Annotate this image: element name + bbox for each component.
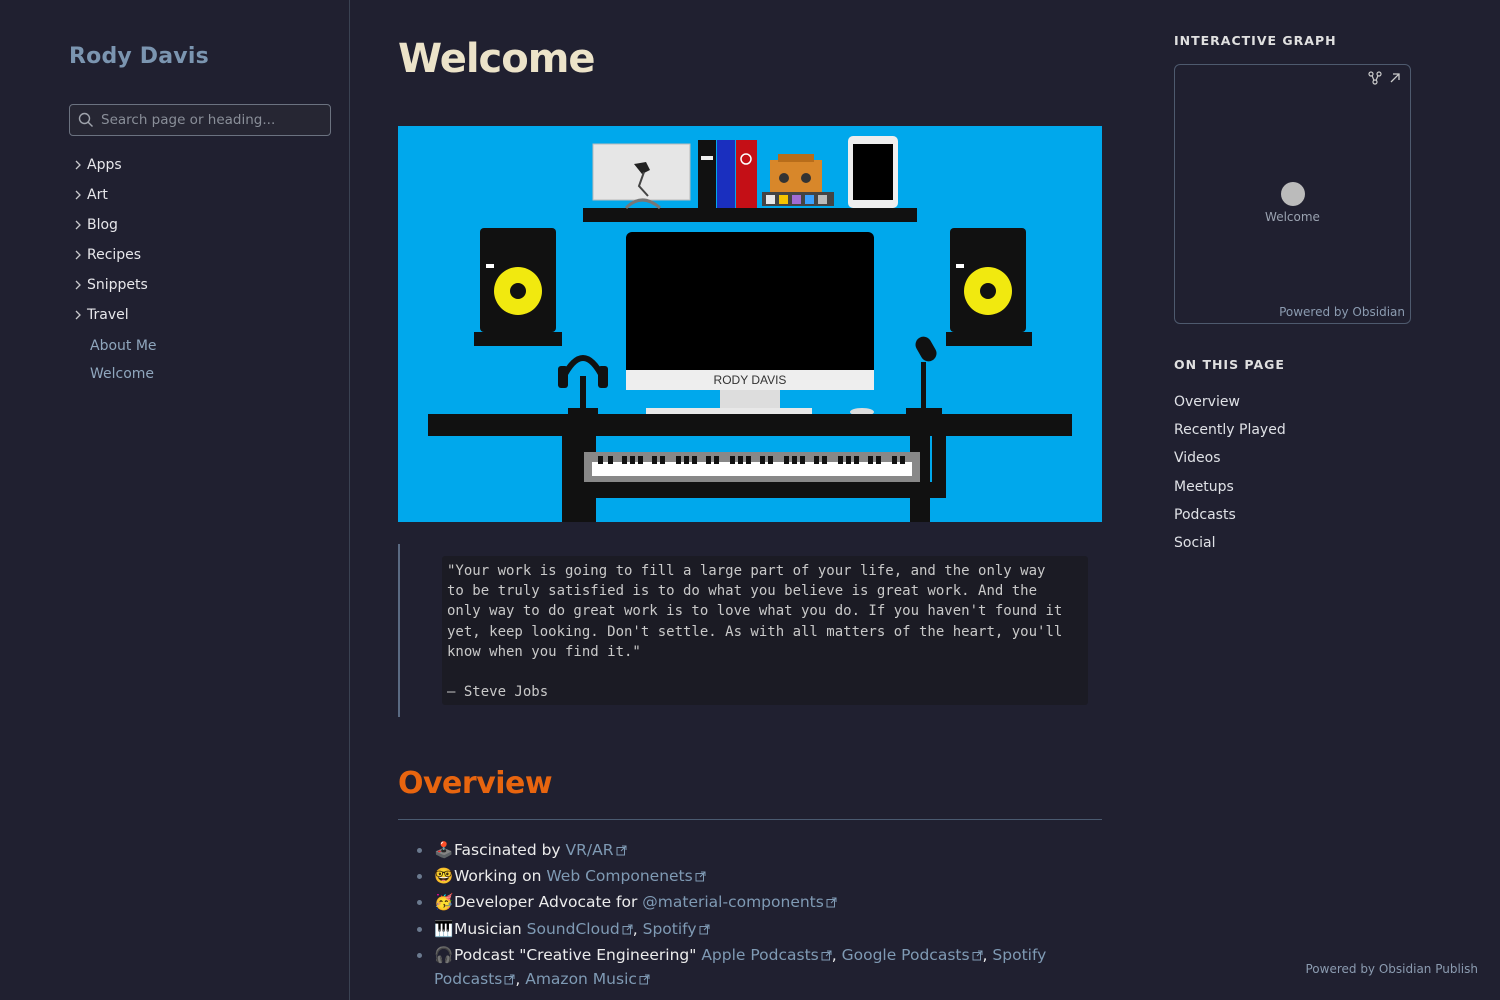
overview-heading: Overview	[398, 766, 553, 801]
nav-folder-label: Apps	[87, 157, 122, 173]
list-item-text: Fascinated by	[454, 841, 566, 859]
graph-heading: INTERACTIVE GRAPH	[1174, 33, 1337, 48]
graph-node[interactable]	[1281, 182, 1305, 206]
site-name[interactable]: Rody Davis	[69, 44, 209, 69]
nav-folder-label: Recipes	[87, 247, 142, 263]
list-item-text: Working on	[454, 867, 547, 886]
desk-setup-illustration: RODY DAVIS	[428, 136, 1072, 522]
chevron-right-icon	[69, 310, 87, 320]
nav-file-welcome[interactable]: Welcome	[69, 360, 331, 388]
nav-folder-blog[interactable]: Blog	[69, 210, 331, 240]
toc-item-videos[interactable]: Videos	[1174, 444, 1286, 472]
graph-node-label: Welcome	[1265, 210, 1320, 224]
external-link-icon	[622, 924, 633, 935]
external-link-icon	[616, 845, 627, 856]
page-title: Welcome	[398, 36, 596, 82]
toc-item-social[interactable]: Social	[1174, 529, 1286, 557]
link-apple-podcasts[interactable]: Apple Podcasts	[701, 946, 818, 964]
graph-controls	[1368, 71, 1402, 85]
link-google-podcasts[interactable]: Google Podcasts	[842, 946, 970, 964]
nerd-face-emoji: 🤓	[434, 867, 454, 886]
list-item: 🤓Working on Web Componenets	[416, 864, 1102, 888]
quote-code-block: "Your work is going to fill a large part…	[442, 556, 1088, 705]
toc-heading: ON THIS PAGE	[1174, 357, 1285, 372]
graph-icon[interactable]	[1368, 71, 1382, 85]
nav-folder-art[interactable]: Art	[69, 180, 331, 210]
list-item: 🎹Musician SoundCloud, Spotify	[416, 917, 1102, 941]
link-vr-ar[interactable]: VR/AR	[566, 841, 614, 859]
footer-powered-by[interactable]: Powered by Obsidian Publish	[1305, 962, 1478, 976]
external-link-icon	[826, 897, 837, 908]
toc-item-meetups[interactable]: Meetups	[1174, 473, 1286, 501]
toc-item-overview[interactable]: Overview	[1174, 388, 1286, 416]
heading-divider	[398, 819, 1102, 820]
toc-item-recently-played[interactable]: Recently Played	[1174, 416, 1286, 444]
chevron-right-icon	[69, 250, 87, 260]
nav-tree: Apps Art Blog Recipes Snippets Travel Ab…	[69, 150, 331, 388]
chevron-right-icon	[69, 280, 87, 290]
table-of-contents: Overview Recently Played Videos Meetups …	[1174, 388, 1286, 557]
external-link-icon	[972, 950, 983, 961]
nav-folder-label: Blog	[87, 217, 118, 233]
link-spotify[interactable]: Spotify	[643, 920, 697, 938]
expand-icon[interactable]	[1388, 71, 1402, 85]
nav-folder-label: Snippets	[87, 277, 148, 293]
link-web-components[interactable]: Web Componenets	[546, 867, 692, 885]
interactive-graph[interactable]: Welcome Powered by Obsidian	[1174, 64, 1411, 324]
nav-folder-recipes[interactable]: Recipes	[69, 240, 331, 270]
monitor-label: RODY DAVIS	[714, 373, 787, 387]
link-material-components[interactable]: @material-components	[642, 893, 824, 911]
nav-folder-travel[interactable]: Travel	[69, 300, 331, 330]
external-link-icon	[699, 924, 710, 935]
party-face-emoji: 🥳	[434, 893, 454, 912]
joystick-emoji: 🕹️	[434, 841, 454, 859]
link-amazon-music[interactable]: Amazon Music	[525, 970, 637, 988]
nav-folder-apps[interactable]: Apps	[69, 150, 331, 180]
headphones-emoji: 🎧	[434, 945, 454, 964]
search-icon	[78, 112, 93, 127]
list-item: 🥳Developer Advocate for @material-compon…	[416, 890, 1102, 914]
external-link-icon	[504, 974, 515, 985]
list-item: 🎧Podcast "Creative Engineering" Apple Po…	[416, 943, 1102, 991]
graph-powered-by: Powered by Obsidian	[1279, 305, 1405, 319]
list-item-text: Musician	[454, 919, 527, 938]
list-item: 🕹️Fascinated by VR/AR	[416, 838, 1102, 862]
external-link-icon	[821, 950, 832, 961]
link-soundcloud[interactable]: SoundCloud	[527, 920, 620, 938]
blockquote: "Your work is going to fill a large part…	[398, 544, 1102, 717]
list-item-text: Podcast "Creative Engineering"	[454, 945, 702, 964]
nav-file-about-me[interactable]: About Me	[69, 332, 331, 360]
chevron-right-icon	[69, 220, 87, 230]
piano-emoji: 🎹	[434, 919, 454, 938]
nav-folder-label: Travel	[87, 307, 129, 323]
toc-item-podcasts[interactable]: Podcasts	[1174, 501, 1286, 529]
search-box[interactable]	[69, 104, 331, 136]
left-sidebar: Rody Davis Apps Art Blog Recipes Snippet…	[0, 0, 350, 1000]
external-link-icon	[639, 974, 650, 985]
overview-list: 🕹️Fascinated by VR/AR 🤓Working on Web Co…	[416, 838, 1102, 993]
chevron-right-icon	[69, 160, 87, 170]
search-input[interactable]	[101, 112, 321, 128]
external-link-icon	[695, 871, 706, 882]
nav-folder-snippets[interactable]: Snippets	[69, 270, 331, 300]
nav-folder-label: Art	[87, 187, 108, 203]
chevron-right-icon	[69, 190, 87, 200]
hero-image: RODY DAVIS	[398, 126, 1102, 522]
list-item-text: Developer Advocate for	[454, 893, 643, 912]
